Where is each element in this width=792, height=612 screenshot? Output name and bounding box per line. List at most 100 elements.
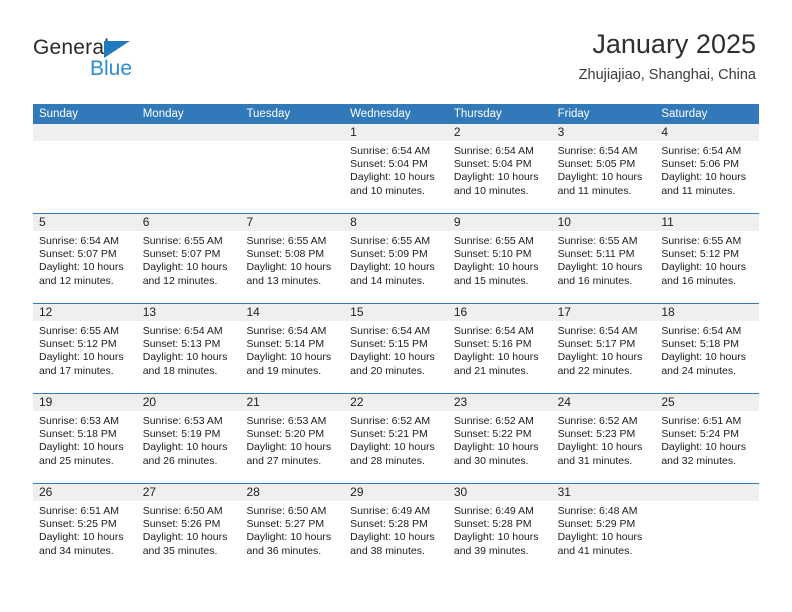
- day-number-band: 10: [551, 214, 656, 231]
- calendar-day-cell[interactable]: 27 Sunrise: 6:50 AM Sunset: 5:26 PM Dayligh…: [136, 484, 241, 574]
- sunrise-text: Sunrise: 6:49 AM: [350, 505, 431, 517]
- day-number: 30: [453, 485, 468, 499]
- calendar-day-cell[interactable]: 22 Sunrise: 6:52 AM Sunset: 5:21 PM Dayligh…: [344, 394, 448, 483]
- calendar-day-cell[interactable]: 17 Sunrise: 6:54 AM Sunset: 5:17 PM Dayligh…: [551, 304, 656, 393]
- daylight-text: Daylight: 10 hours and 12 minutes.: [142, 261, 228, 287]
- day-number-band: 1: [344, 124, 448, 141]
- calendar-day-cell[interactable]: 29 Sunrise: 6:49 AM Sunset: 5:28 PM Dayligh…: [344, 484, 448, 574]
- calendar-day-cell[interactable]: 9 Sunrise: 6:55 AM Sunset: 5:10 PM Daylight…: [447, 214, 552, 303]
- day-number-band: 5: [33, 214, 137, 231]
- sunrise-text: Sunrise: 6:49 AM: [453, 505, 534, 517]
- calendar-day-cell[interactable]: 10 Sunrise: 6:55 AM Sunset: 5:11 PM Dayligh…: [551, 214, 656, 303]
- daylight-text: Daylight: 10 hours and 14 minutes.: [350, 261, 435, 287]
- calendar-day-cell[interactable]: 7 Sunrise: 6:55 AM Sunset: 5:08 PM Daylight…: [240, 214, 345, 303]
- daylight-text: Daylight: 10 hours and 38 minutes.: [350, 531, 435, 557]
- sunrise-text: Sunrise: 6:55 AM: [142, 235, 223, 247]
- calendar-day-cell[interactable]: 5 Sunrise: 6:54 AM Sunset: 5:07 PM Daylight…: [33, 214, 137, 303]
- daylight-text: Daylight: 10 hours and 11 minutes.: [557, 171, 643, 197]
- sunrise-text: Sunrise: 6:52 AM: [453, 415, 534, 427]
- weekday-header-thursday: Thursday: [453, 108, 502, 120]
- calendar-day-cell[interactable]: 3 Sunrise: 6:54 AM Sunset: 5:05 PM Daylight…: [551, 124, 656, 213]
- general-blue-logo: General Blue: [33, 36, 223, 86]
- calendar-day-cell[interactable]: 30 Sunrise: 6:49 AM Sunset: 5:28 PM Dayligh…: [447, 484, 552, 574]
- calendar-day-cell[interactable]: 6 Sunrise: 6:55 AM Sunset: 5:07 PM Daylight…: [136, 214, 241, 303]
- calendar-day-cell[interactable]: 16 Sunrise: 6:54 AM Sunset: 5:16 PM Dayligh…: [447, 304, 552, 393]
- sunset-text: Sunset: 5:06 PM: [661, 158, 739, 171]
- sunset-text: Sunset: 5:12 PM: [39, 338, 117, 351]
- day-number: 25: [661, 395, 675, 409]
- day-number: 20: [142, 395, 157, 409]
- daylight-text: Daylight: 10 hours and 26 minutes.: [142, 441, 228, 467]
- sunrise-text: Sunrise: 6:54 AM: [453, 325, 534, 337]
- calendar-day-cell[interactable]: 20 Sunrise: 6:53 AM Sunset: 5:19 PM Dayligh…: [136, 394, 241, 483]
- day-number: 7: [246, 215, 254, 229]
- day-number-band: 4: [655, 124, 760, 141]
- sunrise-text: Sunrise: 6:55 AM: [350, 235, 431, 247]
- day-number-band: 23: [447, 394, 552, 411]
- calendar-day-cell[interactable]: 13 Sunrise: 6:54 AM Sunset: 5:13 PM Dayligh…: [136, 304, 241, 393]
- day-cell-body: Sunrise: 6:53 AM Sunset: 5:20 PM Daylight:…: [240, 411, 344, 468]
- sunset-text: Sunset: 5:24 PM: [661, 428, 739, 441]
- calendar-day-cell[interactable]: 24 Sunrise: 6:52 AM Sunset: 5:23 PM Dayligh…: [551, 394, 656, 483]
- day-number-band: 8: [344, 214, 448, 231]
- day-number: 11: [661, 215, 674, 229]
- sunrise-text: Sunrise: 6:55 AM: [246, 235, 327, 247]
- sunset-text: Sunset: 5:14 PM: [246, 338, 325, 351]
- calendar-day-cell[interactable]: 26 Sunrise: 6:51 AM Sunset: 5:25 PM Dayligh…: [33, 484, 137, 574]
- daylight-text: Daylight: 10 hours and 16 minutes.: [661, 261, 746, 287]
- day-cell-body: Sunrise: 6:53 AM Sunset: 5:18 PM Daylight:…: [33, 411, 137, 468]
- day-cell-body: Sunrise: 6:54 AM Sunset: 5:18 PM Daylight:…: [655, 321, 759, 378]
- calendar-day-cell[interactable]: 12 Sunrise: 6:55 AM Sunset: 5:12 PM Dayligh…: [33, 304, 137, 393]
- daylight-text: Daylight: 10 hours and 13 minutes.: [246, 261, 332, 287]
- calendar-day-cell[interactable]: 1 Sunrise: 6:54 AM Sunset: 5:04 PM Daylight…: [344, 124, 448, 213]
- calendar-day-cell[interactable]: 2 Sunrise: 6:54 AM Sunset: 5:04 PM Daylight…: [447, 124, 552, 213]
- sunset-text: Sunset: 5:12 PM: [661, 248, 739, 261]
- daylight-text: Daylight: 10 hours and 10 minutes.: [350, 171, 435, 197]
- calendar-day-cell[interactable]: 28 Sunrise: 6:50 AM Sunset: 5:27 PM Dayligh…: [240, 484, 345, 574]
- calendar-day-cell[interactable]: 18 Sunrise: 6:54 AM Sunset: 5:18 PM Dayligh…: [655, 304, 760, 393]
- day-number: 3: [557, 125, 565, 139]
- day-number-band: 11: [655, 214, 760, 231]
- calendar-weeks: 1 Sunrise: 6:54 AM Sunset: 5:04 PM Daylight…: [33, 124, 760, 574]
- sunset-text: Sunset: 5:28 PM: [350, 518, 428, 531]
- weekday-header-sunday: Sunday: [39, 108, 79, 120]
- calendar-day-cell[interactable]: 23 Sunrise: 6:52 AM Sunset: 5:22 PM Dayligh…: [447, 394, 552, 483]
- calendar-day-cell[interactable]: 21 Sunrise: 6:53 AM Sunset: 5:20 PM Dayligh…: [240, 394, 345, 483]
- sunrise-text: Sunrise: 6:53 AM: [142, 415, 223, 427]
- daylight-text: Daylight: 10 hours and 12 minutes.: [39, 261, 124, 287]
- daylight-text: Daylight: 10 hours and 25 minutes.: [39, 441, 124, 467]
- page-header: General Blue January 2025 Zhujiajiao, Sh…: [0, 0, 792, 104]
- sunset-text: Sunset: 5:29 PM: [557, 518, 636, 531]
- day-cell-body: Sunrise: 6:54 AM Sunset: 5:15 PM Daylight:…: [344, 321, 448, 378]
- calendar-day-cell[interactable]: 4 Sunrise: 6:54 AM Sunset: 5:06 PM Daylight…: [655, 124, 760, 213]
- day-cell-body: Sunrise: 6:48 AM Sunset: 5:29 PM Daylight:…: [552, 501, 656, 558]
- sunrise-text: Sunrise: 6:54 AM: [453, 145, 534, 157]
- day-cell-body: Sunrise: 6:55 AM Sunset: 5:11 PM Daylight:…: [552, 231, 656, 288]
- daylight-text: Daylight: 10 hours and 31 minutes.: [557, 441, 643, 467]
- sunrise-text: Sunrise: 6:54 AM: [557, 325, 638, 337]
- calendar-day-cell[interactable]: 8 Sunrise: 6:55 AM Sunset: 5:09 PM Daylight…: [344, 214, 448, 303]
- calendar-day-cell[interactable]: 11 Sunrise: 6:55 AM Sunset: 5:12 PM Dayligh…: [655, 214, 760, 303]
- daylight-text: Daylight: 10 hours and 11 minutes.: [661, 171, 746, 197]
- day-cell-body: Sunrise: 6:54 AM Sunset: 5:16 PM Daylight:…: [448, 321, 552, 378]
- day-cell-body: Sunrise: 6:54 AM Sunset: 5:04 PM Daylight:…: [344, 141, 448, 198]
- calendar-grid: Sunday Monday Tuesday Wednesday Thursday Frid…: [33, 104, 760, 574]
- calendar-day-cell[interactable]: 14 Sunrise: 6:54 AM Sunset: 5:14 PM Dayligh…: [240, 304, 345, 393]
- day-cell-body: Sunrise: 6:49 AM Sunset: 5:28 PM Daylight:…: [344, 501, 448, 558]
- sunset-text: Sunset: 5:09 PM: [350, 248, 428, 261]
- calendar-day-cell-empty: [240, 124, 345, 213]
- calendar-day-cell[interactable]: 19 Sunrise: 6:53 AM Sunset: 5:18 PM Dayligh…: [33, 394, 137, 483]
- sunrise-text: Sunrise: 6:54 AM: [661, 145, 742, 157]
- weekday-header-row: Sunday Monday Tuesday Wednesday Thursday Frid…: [33, 104, 759, 124]
- day-number-band: 3: [551, 124, 656, 141]
- weekday-header-wednesday: Wednesday: [350, 108, 411, 120]
- daylight-text: Daylight: 10 hours and 30 minutes.: [453, 441, 539, 467]
- daylight-text: Daylight: 10 hours and 41 minutes.: [557, 531, 643, 557]
- calendar-day-cell[interactable]: 25 Sunrise: 6:51 AM Sunset: 5:24 PM Dayligh…: [655, 394, 760, 483]
- calendar-day-cell[interactable]: 15 Sunrise: 6:54 AM Sunset: 5:15 PM Dayligh…: [344, 304, 448, 393]
- calendar-day-cell[interactable]: 31 Sunrise: 6:48 AM Sunset: 5:29 PM Dayligh…: [551, 484, 656, 574]
- day-number: 28: [246, 485, 260, 499]
- sunrise-text: Sunrise: 6:54 AM: [557, 145, 638, 157]
- daylight-text: Daylight: 10 hours and 10 minutes.: [453, 171, 539, 197]
- sunset-text: Sunset: 5:19 PM: [142, 428, 221, 441]
